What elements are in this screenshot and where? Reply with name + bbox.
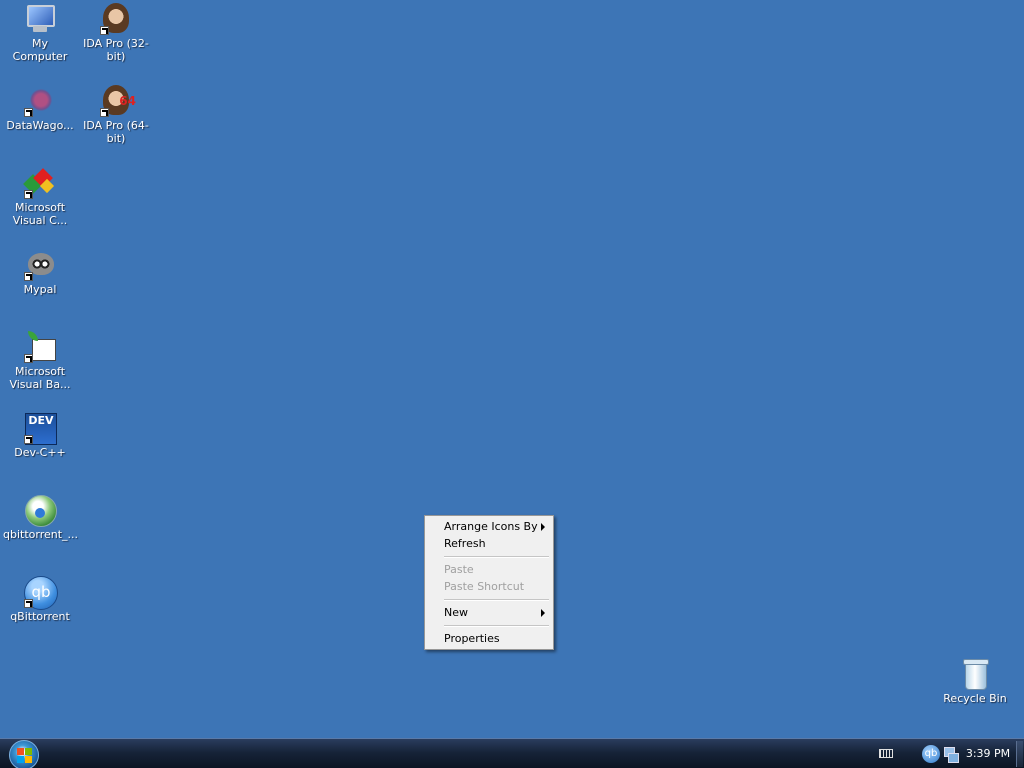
menu-item-label: New bbox=[444, 606, 468, 619]
taskbar: qb 3:39 PM bbox=[0, 738, 1024, 768]
mypal-icon bbox=[24, 249, 56, 281]
computer-icon bbox=[24, 3, 56, 35]
desktop-icon-dev-cpp[interactable]: DEV Dev-C++ bbox=[2, 412, 78, 459]
desktop-icon-label: IDA Pro (32-bit) bbox=[83, 37, 149, 63]
qbittorrent-installer-icon bbox=[24, 494, 57, 527]
desktop[interactable]: My Computer IDA Pro (32-bit) DataWago...… bbox=[0, 0, 1024, 738]
menu-separator bbox=[444, 599, 549, 601]
windows-logo-icon bbox=[17, 748, 24, 755]
menu-item-new[interactable]: New bbox=[427, 604, 551, 621]
recycle-bin-icon bbox=[959, 658, 991, 690]
ida-pro-icon bbox=[100, 3, 132, 35]
visual-cpp-icon bbox=[23, 167, 56, 199]
menu-item-label: Arrange Icons By bbox=[444, 520, 538, 533]
shortcut-arrow-icon bbox=[24, 599, 33, 608]
keyboard-icon[interactable] bbox=[879, 749, 893, 758]
desktop-icon-recycle-bin[interactable]: Recycle Bin bbox=[937, 658, 1013, 705]
menu-item-label: Paste Shortcut bbox=[444, 580, 525, 593]
menu-item-properties[interactable]: Properties bbox=[427, 630, 551, 647]
menu-item-arrange-icons-by[interactable]: Arrange Icons By bbox=[427, 518, 551, 535]
desktop-icon-label: DataWago... bbox=[6, 119, 74, 132]
desktop-icon-visual-cpp[interactable]: Microsoft Visual C... bbox=[2, 167, 78, 227]
menu-separator bbox=[444, 625, 549, 627]
desktop-icon-visual-basic[interactable]: Microsoft Visual Ba... bbox=[2, 331, 78, 391]
desktop-icon-label: qbittorrent_... bbox=[3, 528, 79, 541]
show-desktop-button[interactable] bbox=[1016, 741, 1023, 767]
desktop-icon-label: Dev-C++ bbox=[14, 446, 66, 459]
menu-separator bbox=[444, 556, 549, 558]
shortcut-arrow-icon bbox=[100, 108, 109, 117]
desktop-icon-datawago[interactable]: DataWago... bbox=[2, 85, 78, 132]
ida-pro-64-icon: 64 bbox=[100, 85, 136, 117]
desktop-icon-label: IDA Pro (64-bit) bbox=[83, 119, 149, 145]
menu-item-label: Refresh bbox=[444, 537, 486, 550]
desktop-icon-label: My Computer bbox=[12, 37, 68, 63]
menu-item-paste-shortcut: Paste Shortcut bbox=[427, 578, 551, 595]
submenu-arrow-icon bbox=[541, 523, 545, 531]
desktop-icon-label: Microsoft Visual Ba... bbox=[9, 365, 71, 391]
desktop-icon-mypal[interactable]: Mypal bbox=[2, 249, 78, 296]
shortcut-arrow-icon bbox=[24, 354, 33, 363]
menu-item-label: Properties bbox=[444, 632, 500, 645]
desktop-icon-label: Mypal bbox=[23, 283, 57, 296]
menu-item-refresh[interactable]: Refresh bbox=[427, 535, 551, 552]
start-button[interactable] bbox=[9, 740, 39, 768]
desktop-icon-ida-pro-64[interactable]: 64 IDA Pro (64-bit) bbox=[78, 85, 154, 145]
desktop-icon-label: Recycle Bin bbox=[943, 692, 1007, 705]
desktop-context-menu: Arrange Icons By Refresh Paste Paste Sho… bbox=[424, 515, 554, 650]
desktop-icon-label: qBittorrent bbox=[10, 610, 70, 623]
shortcut-arrow-icon bbox=[24, 272, 33, 281]
shortcut-arrow-icon bbox=[24, 190, 33, 199]
dev-cpp-icon: DEV bbox=[24, 412, 57, 445]
ida-64-badge: 64 bbox=[119, 94, 136, 108]
qbittorrent-icon: qb bbox=[24, 576, 58, 610]
shortcut-arrow-icon bbox=[100, 26, 109, 35]
submenu-arrow-icon bbox=[541, 609, 545, 617]
desktop-icon-my-computer[interactable]: My Computer bbox=[2, 3, 78, 63]
desktop-icon-ida-pro-32[interactable]: IDA Pro (32-bit) bbox=[78, 3, 154, 63]
network-icon[interactable] bbox=[942, 745, 959, 763]
shortcut-arrow-icon bbox=[24, 435, 33, 444]
desktop-icon-qbittorrent[interactable]: qb qBittorrent bbox=[2, 576, 78, 623]
datawago-icon bbox=[24, 85, 56, 117]
clock[interactable]: 3:39 PM bbox=[962, 739, 1014, 768]
menu-item-paste: Paste bbox=[427, 561, 551, 578]
shortcut-arrow-icon bbox=[24, 108, 33, 117]
visual-basic-icon bbox=[24, 331, 56, 363]
desktop-icon-label: Microsoft Visual C... bbox=[12, 201, 68, 227]
desktop-icon-qbittorrent-installer[interactable]: qbittorrent_... bbox=[2, 494, 78, 541]
qbittorrent-tray-icon[interactable]: qb bbox=[922, 745, 940, 763]
menu-item-label: Paste bbox=[444, 563, 474, 576]
